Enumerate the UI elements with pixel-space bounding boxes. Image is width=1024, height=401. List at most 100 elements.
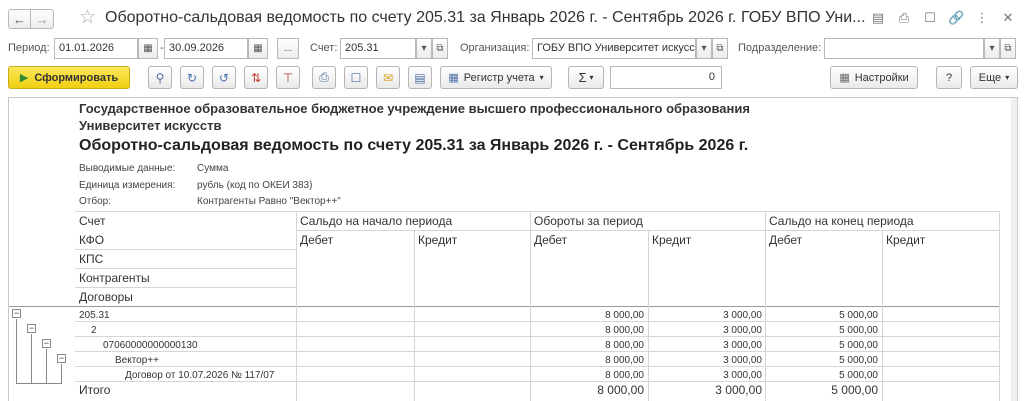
row-end-debit: 5 000,00 [839,355,878,366]
row-turnover-credit: 3 000,00 [723,310,762,321]
save-document-icon[interactable]: ▤ [870,10,886,26]
row-end-debit: 5 000,00 [839,325,878,336]
row-turnover-credit: 3 000,00 [723,370,762,381]
period-select-button[interactable]: ... [277,38,299,59]
sigma-label: Σ [578,70,587,85]
row-turnover-debit: 8 000,00 [605,340,644,351]
row-turnover-credit: 3 000,00 [723,325,762,336]
generate-label: Сформировать [34,71,119,84]
register-icon: ▦ [448,72,459,84]
more-vertical-icon[interactable]: ⋮ [974,10,990,26]
sum-value-field: 0 [610,66,722,89]
preview-icon[interactable]: ☐ [922,10,938,26]
calendar-from-button[interactable]: ▦ [138,38,158,59]
row-end-debit: 5 000,00 [839,310,878,321]
calendar-icon: ▦ [143,43,153,54]
parameters-row: Период: 01.01.2026 ▦ - 30.09.2026 ▦ ... … [0,38,1024,60]
collapse-toggle-level3[interactable]: − [42,339,51,348]
row-turnover-credit: 3 000,00 [723,340,762,351]
chevron-down-icon: ▾ [539,73,544,82]
save-button[interactable]: ▤ [408,66,432,89]
meta-value-data: Сумма [197,163,229,174]
header-end-credit: Кредит [886,233,926,247]
subdivision-open-button[interactable]: ⧉ [1000,38,1016,59]
forward-button[interactable]: → [31,9,54,29]
register-button[interactable]: ▦ Регистр учета ▾ [440,66,552,89]
collapse-toggle-level2[interactable]: − [27,324,36,333]
total-turnover-debit: 8 000,00 [597,383,644,397]
sort-button[interactable]: ⇅ [244,66,268,89]
window-title: Оборотно-сальдовая ведомость по счету 20… [105,9,866,26]
collapse-toggle-level1[interactable]: − [12,309,21,318]
help-button[interactable]: ? [936,66,962,89]
toolbar: ▶ Сформировать ⚲ ↻ ↺ ⇅ ⊤ ⎙ ☐ ✉ ▤ ▦ Регис… [0,66,1024,92]
period-label: Период: [8,42,50,54]
chevron-down-icon: ▾ [701,43,707,54]
print-button[interactable]: ⎙ [312,66,336,89]
total-turnover-credit: 3 000,00 [715,383,762,397]
header-turnover-credit: Кредит [652,233,692,247]
more-button[interactable]: Еще ▾ [970,66,1018,89]
row-name: 07060000000000130 [103,340,198,351]
org-input[interactable]: ГОБУ ВПО Университет искусс [532,38,696,59]
account-label: Счет: [310,42,338,54]
search-prev-icon: ↺ [218,70,230,85]
header-kfo: КФО [79,233,105,247]
meta-label-data: Выводимые данные: [79,163,176,174]
generate-button[interactable]: ▶ Сформировать [8,66,130,89]
report-scrollbar[interactable] [1011,98,1017,401]
preview-button[interactable]: ☐ [344,66,368,89]
subdivision-dropdown-button[interactable]: ▾ [984,38,1000,59]
back-button[interactable]: ← [8,9,31,29]
search-icon: ⚲ [155,70,165,85]
search-prev-button[interactable]: ↺ [212,66,236,89]
open-icon: ⧉ [716,43,724,54]
meta-value-unit: рубль (код по ОКЕИ 383) [197,180,313,191]
play-icon: ▶ [19,72,29,84]
report-title: Оборотно-сальдовая ведомость по счету 20… [79,137,749,154]
account-input[interactable]: 205.31 [340,38,416,59]
title-bar: ← → ☆ Оборотно-сальдовая ведомость по сч… [0,0,1024,38]
row-name: Договор от 10.07.2026 № 117/07 [125,370,275,381]
meta-label-unit: Единица измерения: [79,180,176,191]
subdivision-input[interactable] [824,38,984,59]
row-name: 205.31 [79,310,110,321]
header-end-balance: Сальдо на конец периода [769,214,914,228]
date-from-input[interactable]: 01.01.2026 [54,38,138,59]
print-icon[interactable]: ⎙ [896,10,912,26]
row-name: Вектор++ [115,355,159,366]
row-turnover-debit: 8 000,00 [605,370,644,381]
register-label: Регистр учета [463,71,535,84]
search-next-button[interactable]: ↻ [180,66,204,89]
meta-label-filter: Отбор: [79,196,111,207]
group-button[interactable]: ⊤ [276,66,300,89]
arrow-left-icon: ← [13,11,26,27]
close-icon[interactable]: ✕ [1000,10,1016,26]
total-end-debit: 5 000,00 [831,383,878,397]
link-icon[interactable]: 🔗 [948,10,964,26]
row-turnover-debit: 8 000,00 [605,310,644,321]
org-dropdown-button[interactable]: ▾ [696,38,712,59]
collapse-toggle-level4[interactable]: − [57,354,66,363]
settings-icon: ▦ [839,72,850,84]
header-start-debit: Дебет [300,233,334,247]
favorite-star-icon[interactable]: ☆ [79,6,96,29]
org-open-button[interactable]: ⧉ [712,38,728,59]
total-label: Итого [79,383,111,397]
report-area[interactable]: Государственное образовательное бюджетно… [8,97,1018,401]
account-dropdown-button[interactable]: ▾ [416,38,432,59]
header-kps: КПС [79,252,104,266]
settings-button[interactable]: ▦ Настройки [830,66,918,89]
org-name-line1: Государственное образовательное бюджетно… [79,101,750,116]
chevron-down-icon: ▾ [589,73,594,82]
date-to-input[interactable]: 30.09.2026 [164,38,248,59]
account-open-button[interactable]: ⧉ [432,38,448,59]
search-button[interactable]: ⚲ [148,66,172,89]
row-turnover-debit: 8 000,00 [605,325,644,336]
email-button[interactable]: ✉ [376,66,400,89]
sum-button[interactable]: Σ ▾ [568,66,604,89]
open-icon: ⧉ [436,43,444,54]
calendar-to-button[interactable]: ▦ [248,38,268,59]
calendar-icon: ▦ [253,43,263,54]
row-turnover-debit: 8 000,00 [605,355,644,366]
